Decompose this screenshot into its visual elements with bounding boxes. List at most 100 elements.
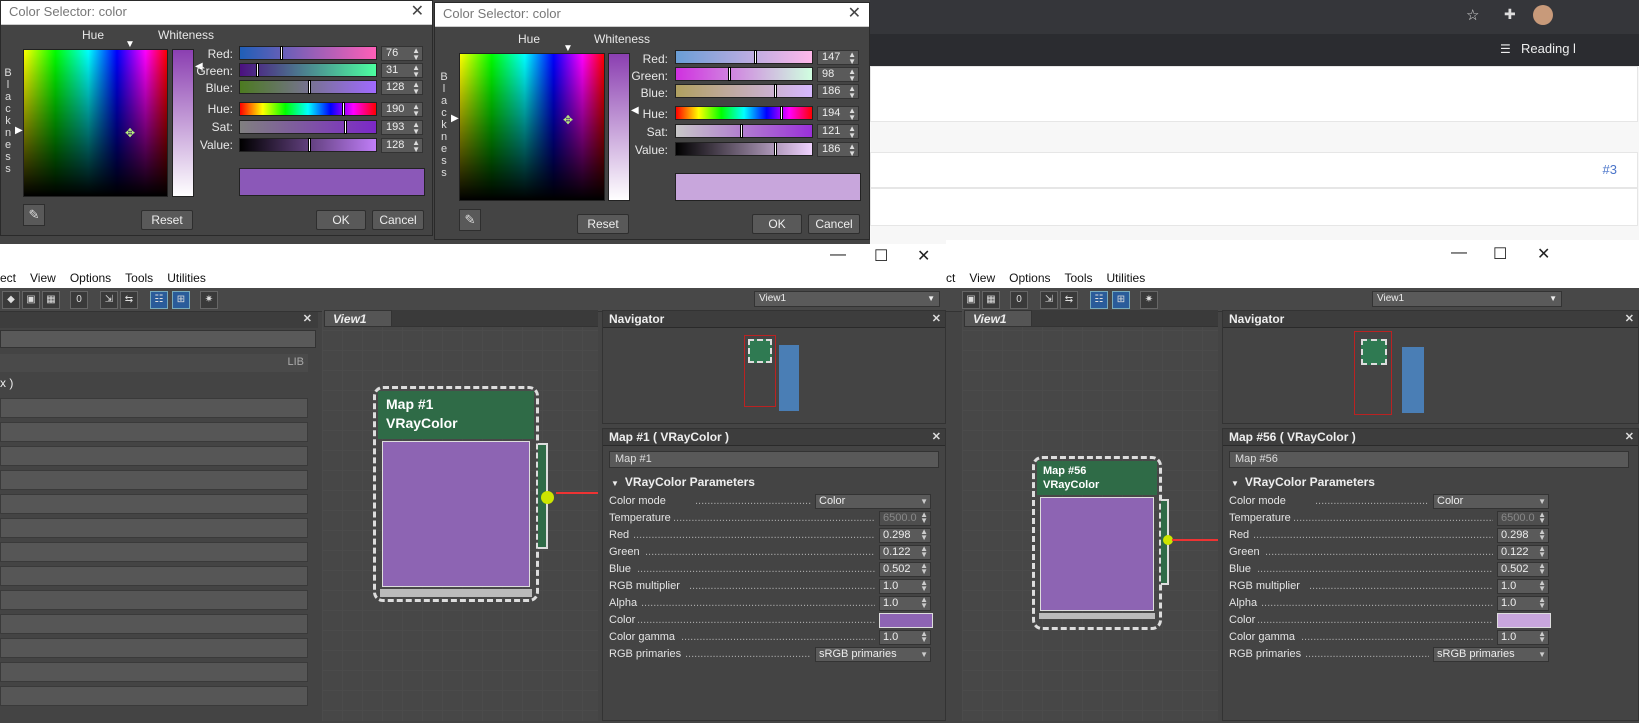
sat-spinner[interactable]: 193 ▲ ▼ [381,120,423,136]
maximize-icon[interactable]: ☐ [1493,244,1507,264]
map-node[interactable]: Map #1 VRayColor [373,386,554,602]
list-item[interactable] [0,518,308,538]
menu-item[interactable]: View [969,271,995,285]
slider-knob[interactable] [308,80,311,94]
menu-item[interactable]: Utilities [1107,271,1146,285]
close-icon[interactable]: ✕ [1625,429,1634,446]
red-spinner[interactable]: 76 ▲ ▼ [381,46,423,62]
color-gamma-spinner[interactable]: 1.0 ▲ ▼ [1497,630,1549,645]
eyedropper-button[interactable]: ✎ [459,209,481,231]
blackness-pointer-icon[interactable]: ▶ [15,125,23,136]
rgb-primaries-dropdown[interactable]: sRGB primaries ▼ [815,647,931,662]
list-item[interactable] [0,446,308,466]
blue-spinner[interactable]: 0.502 ▲ ▼ [879,562,931,577]
zero-icon[interactable]: 0 [70,291,88,309]
output-socket[interactable] [541,491,554,504]
hide-icon[interactable]: ⇆ [1060,291,1078,309]
menu-item[interactable]: Tools [1065,271,1093,285]
list-item[interactable] [0,470,308,490]
cancel-button[interactable]: Cancel [808,214,860,234]
color-gamma-spinner[interactable]: 1.0 ▲ ▼ [879,630,931,645]
layout-all-icon[interactable]: ☷ [1090,291,1108,309]
whiteness-bar[interactable] [608,53,630,201]
green-slider[interactable] [239,63,377,77]
view-select[interactable]: View1 ▼ [1372,291,1562,307]
color-swatch[interactable] [1497,613,1551,628]
list-item[interactable] [0,590,308,610]
color-mode-dropdown[interactable]: Color ▼ [1433,494,1549,509]
node-view[interactable]: View1 Map #1 VRayColor [322,310,598,721]
whiteness-bar[interactable] [172,49,194,197]
slider-knob[interactable] [740,124,743,138]
sat-spinner[interactable]: 121 ▲ ▼ [817,124,859,140]
rgb-multiplier-spinner[interactable]: 1.0 ▲ ▼ [879,579,931,594]
view-select[interactable]: View1 ▼ [754,291,940,307]
list-item[interactable] [0,662,308,682]
minimize-icon[interactable]: — [1451,244,1467,262]
hue-spinner[interactable]: 190 ▲ ▼ [381,102,423,118]
tab-view1[interactable]: View1 [324,310,392,327]
green-spinner[interactable]: 0.122 ▲ ▼ [879,545,931,560]
close-icon[interactable]: ✕ [1625,311,1634,328]
blue-slider[interactable] [675,84,813,98]
eyedropper-button[interactable]: ✎ [23,204,45,226]
color-swatch[interactable] [879,613,933,628]
rgb-multiplier-spinner[interactable]: 1.0 ▲ ▼ [1497,579,1549,594]
cancel-button[interactable]: Cancel [372,210,424,230]
list-item[interactable] [0,542,308,562]
node-view[interactable]: View1 Map #56 VRayColor [962,310,1218,721]
sat-slider[interactable] [239,120,377,134]
menu-item[interactable]: View [30,271,56,285]
maximize-icon[interactable]: ☐ [874,246,888,266]
blue-spinner[interactable]: 0.502 ▲ ▼ [1497,562,1549,577]
list-item[interactable] [0,398,308,418]
blue-spinner[interactable]: 128 ▲ ▼ [381,80,423,96]
ok-button[interactable]: OK [316,210,366,230]
color-picker-crosshair-icon[interactable]: ✥ [563,113,573,127]
alpha-spinner[interactable]: 1.0 ▲ ▼ [879,596,931,611]
blue-slider[interactable] [239,80,377,94]
hue-spinner[interactable]: 194 ▲ ▼ [817,106,859,122]
zero-icon[interactable]: 0 [1010,291,1028,309]
reset-button[interactable]: Reset [141,210,193,230]
layout-children-icon[interactable]: ⊞ [172,291,190,309]
red-slider[interactable] [239,46,377,60]
red-spinner[interactable]: 0.298 ▲ ▼ [879,528,931,543]
reading-list-icon[interactable]: ☰ [1500,42,1511,56]
blackness-pointer-icon[interactable]: ▶ [451,113,459,124]
green-spinner[interactable]: 98 ▲ ▼ [817,67,859,83]
slider-knob[interactable] [344,120,347,134]
rollout-header[interactable]: ▼ VRayColor Parameters [611,475,937,491]
green-spinner[interactable]: 0.122 ▲ ▼ [1497,545,1549,560]
map-node[interactable]: Map #56 VRayColor [1032,456,1173,630]
menu-item[interactable]: Options [1009,271,1050,285]
blue-spinner[interactable]: 186 ▲ ▼ [817,84,859,100]
hue-blackness-field[interactable] [23,49,168,197]
star-icon[interactable]: ☆ [1466,6,1479,24]
ok-button[interactable]: OK [752,214,802,234]
green-spinner[interactable]: 31 ▲ ▼ [381,63,423,79]
map-name-field[interactable]: Map #1 [609,451,939,468]
extensions-icon[interactable]: ✚ [1504,6,1516,23]
value-spinner[interactable]: 186 ▲ ▼ [817,142,859,158]
list-item[interactable] [0,422,308,442]
green-slider[interactable] [675,67,813,81]
list-item[interactable] [0,494,308,514]
map-name-field[interactable]: Map #56 [1229,451,1629,468]
slider-knob[interactable] [754,50,757,64]
value-slider[interactable] [675,142,813,156]
sat-slider[interactable] [675,124,813,138]
rollout-header[interactable]: ▼ VRayColor Parameters [1231,475,1631,491]
reset-button[interactable]: Reset [577,214,629,234]
hue-slider[interactable] [675,106,813,120]
close-icon[interactable]: ✕ [932,429,941,446]
item-link[interactable]: #3 [1603,162,1617,177]
menu-item[interactable]: Tools [125,271,153,285]
list-item[interactable] [0,638,308,658]
color-mode-dropdown[interactable]: Color ▼ [815,494,931,509]
close-icon[interactable]: ✕ [848,3,861,25]
hide-icon[interactable]: ⇆ [120,291,138,309]
hue-slider[interactable] [239,102,377,116]
slider-knob[interactable] [342,102,345,116]
close-icon[interactable]: ✕ [917,246,930,266]
